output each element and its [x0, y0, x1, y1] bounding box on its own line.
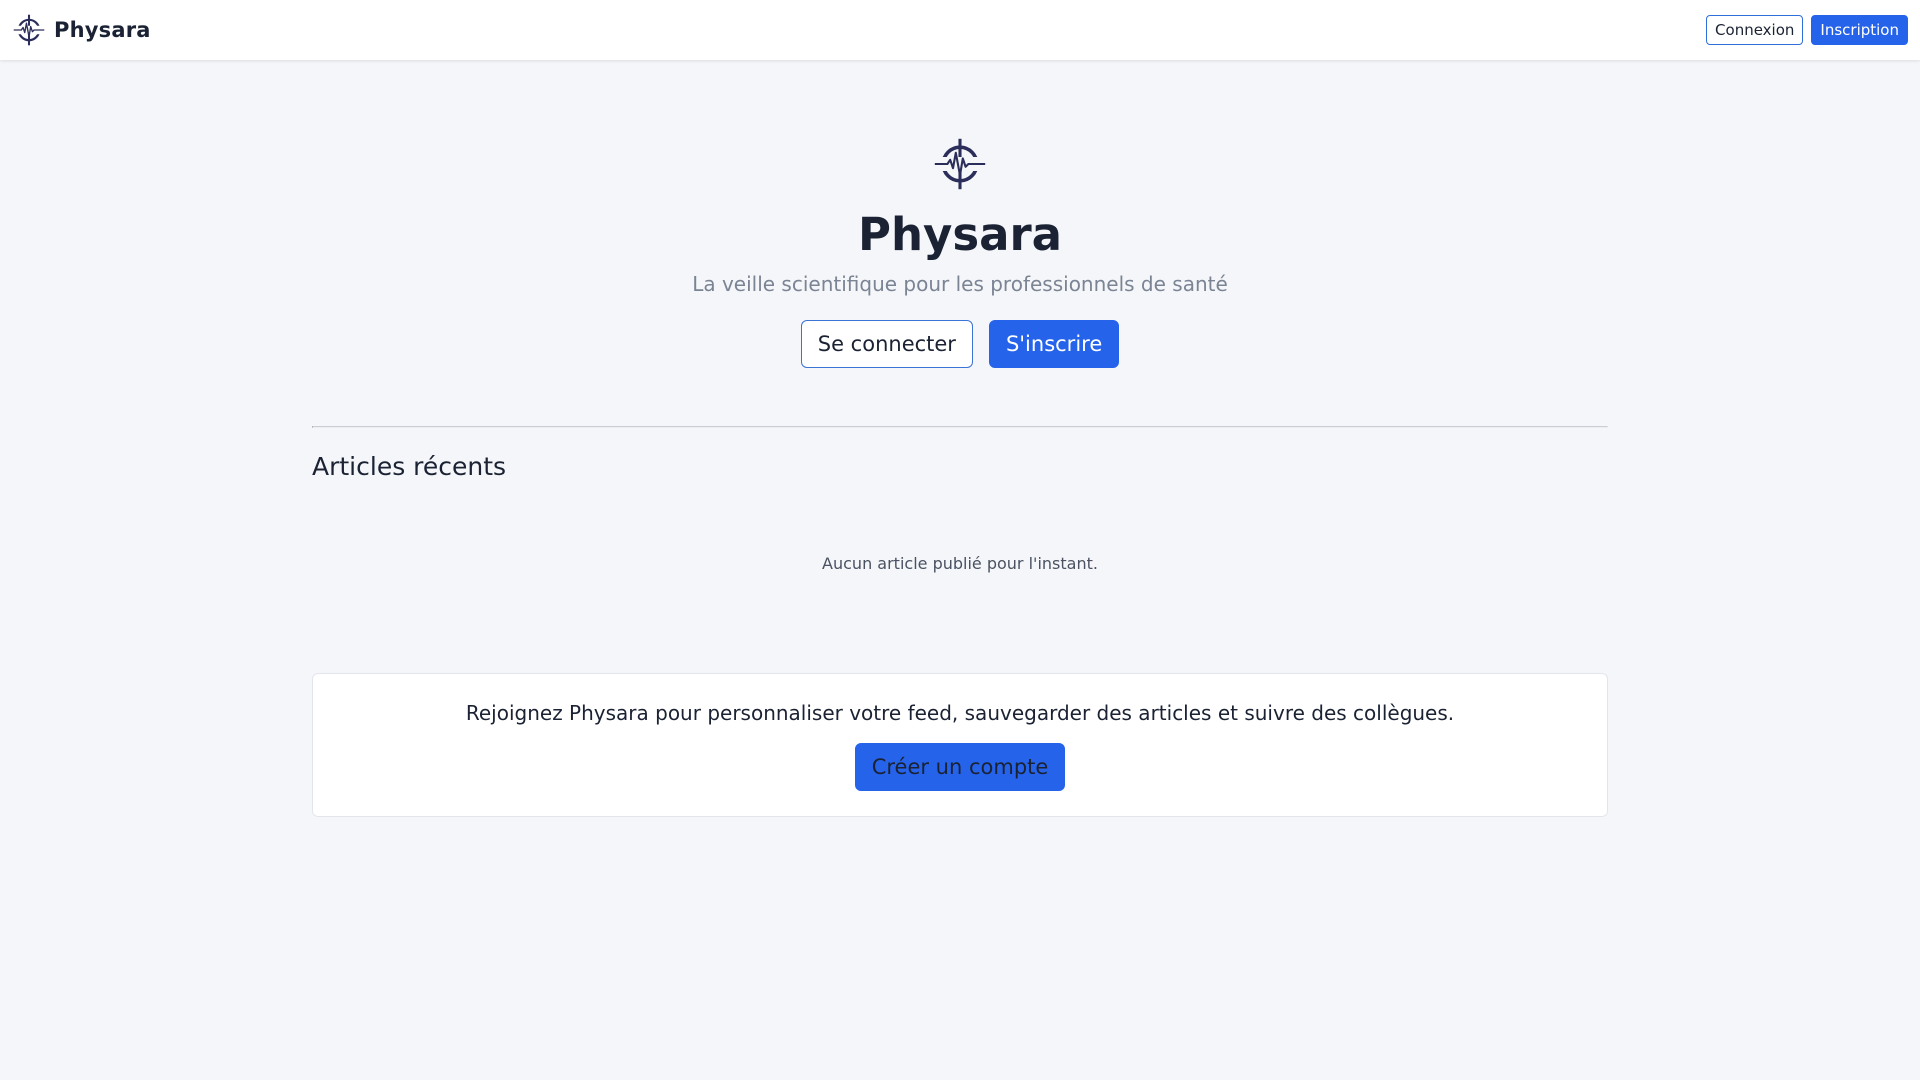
empty-state-message: Aucun article publié pour l'instant.: [822, 554, 1098, 573]
navbar: Physara Connexion Inscription: [0, 0, 1920, 60]
hero-subtitle: La veille scientifique pour les professi…: [692, 272, 1228, 296]
hero-title: Physara: [857, 208, 1063, 261]
nav-actions: Connexion Inscription: [1706, 15, 1908, 45]
articles-section: Articles récents Aucun article publié po…: [312, 426, 1608, 573]
signup-button[interactable]: Inscription: [1811, 15, 1908, 45]
brand-name: Physara: [54, 18, 151, 42]
section-divider: [312, 426, 1608, 428]
hero-login-button[interactable]: Se connecter: [800, 320, 973, 368]
section-title: Articles récents: [312, 452, 507, 481]
hero-signup-button[interactable]: S'inscrire: [988, 320, 1120, 368]
hero: Physara La veille scientifique pour les …: [0, 60, 1920, 368]
cta-text: Rejoignez Physara pour personnaliser vot…: [465, 701, 1455, 725]
signup-cta-card: Rejoignez Physara pour personnaliser vot…: [312, 673, 1608, 817]
create-account-button[interactable]: Créer un compte: [854, 743, 1066, 791]
login-button[interactable]: Connexion: [1706, 15, 1804, 45]
brand-link[interactable]: Physara: [12, 13, 151, 47]
heartbeat-crosshair-icon: [13, 14, 45, 46]
hero-actions: Se connecter S'inscrire: [800, 320, 1120, 368]
heartbeat-crosshair-icon: [934, 138, 986, 190]
